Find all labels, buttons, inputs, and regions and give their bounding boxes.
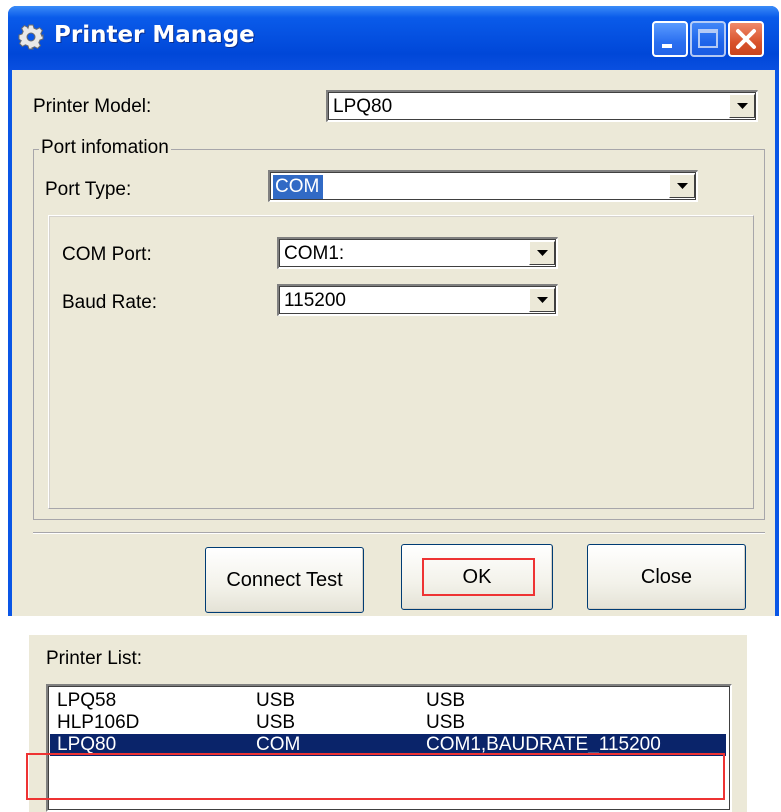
printer-model-cell: LPQ58 bbox=[57, 690, 117, 711]
connect-test-label: Connect Test bbox=[226, 569, 343, 591]
port-type-label: Port Type: bbox=[45, 179, 132, 200]
close-window-button[interactable] bbox=[728, 21, 764, 57]
button-separator bbox=[33, 532, 765, 534]
printer-model-dropdown[interactable]: LPQ80 bbox=[326, 90, 758, 122]
chevron-down-icon bbox=[737, 103, 748, 109]
minimize-icon bbox=[662, 44, 672, 48]
com-port-dropdown[interactable]: COM1: bbox=[277, 237, 558, 269]
port-detail-cell: USB bbox=[426, 690, 466, 711]
com-port-value: COM1: bbox=[284, 243, 345, 264]
chevron-down-icon bbox=[537, 297, 548, 303]
title-bar[interactable]: Printer Manage bbox=[8, 6, 779, 70]
printer-model-label: Printer Model: bbox=[33, 96, 152, 117]
baud-rate-value: 115200 bbox=[284, 290, 346, 311]
printer-model-cell: LPQ80 bbox=[57, 734, 117, 755]
minimize-button[interactable] bbox=[652, 21, 688, 57]
port-detail-cell: USB bbox=[426, 712, 466, 733]
printer-model-value: LPQ80 bbox=[333, 96, 393, 117]
printer-list-panel: Printer List: LPQ58 USB USB HLP106D USB … bbox=[29, 635, 747, 812]
ok-label: OK bbox=[462, 566, 492, 588]
port-type-value: COM bbox=[273, 175, 324, 199]
com-port-dropdown-arrow[interactable] bbox=[529, 241, 555, 265]
gear-icon bbox=[18, 24, 44, 50]
printer-manage-window: Printer Manage Printer Model: LPQ80 Port… bbox=[8, 6, 779, 616]
port-type-cell: USB bbox=[256, 690, 296, 711]
chevron-down-icon bbox=[677, 183, 688, 189]
connect-test-button[interactable]: Connect Test bbox=[205, 547, 364, 613]
port-type-cell: USB bbox=[256, 712, 296, 733]
chevron-down-icon bbox=[537, 250, 548, 256]
list-item[interactable]: HLP106D USB USB bbox=[50, 712, 726, 734]
list-item-selected[interactable]: LPQ80 COM COM1,BAUDRATE_115200 bbox=[50, 734, 726, 756]
printer-model-dropdown-arrow[interactable] bbox=[729, 94, 755, 118]
close-icon bbox=[736, 29, 756, 49]
port-type-dropdown[interactable]: COM bbox=[268, 170, 698, 202]
printer-model-cell: HLP106D bbox=[57, 712, 140, 733]
maximize-button[interactable] bbox=[690, 21, 726, 57]
baud-rate-dropdown[interactable]: 115200 bbox=[277, 284, 558, 316]
maximize-icon bbox=[698, 29, 718, 48]
printer-list-label: Printer List: bbox=[46, 648, 143, 669]
close-label: Close bbox=[640, 566, 693, 588]
baud-rate-label: Baud Rate: bbox=[62, 292, 158, 313]
port-type-dropdown-arrow[interactable] bbox=[669, 174, 695, 198]
dialog-client-area: Printer Model: LPQ80 Port infomation Por… bbox=[12, 70, 775, 616]
list-item[interactable]: LPQ58 USB USB bbox=[50, 690, 726, 712]
port-type-cell: COM bbox=[256, 734, 301, 755]
printer-list[interactable]: LPQ58 USB USB HLP106D USB USB LPQ80 COM … bbox=[46, 684, 732, 812]
ok-button[interactable]: OK bbox=[401, 544, 553, 610]
close-button[interactable]: Close bbox=[587, 544, 746, 610]
port-detail-cell: COM1,BAUDRATE_115200 bbox=[426, 734, 661, 755]
window-title: Printer Manage bbox=[54, 22, 255, 48]
port-information-legend: Port infomation bbox=[39, 137, 171, 159]
baud-rate-dropdown-arrow[interactable] bbox=[529, 288, 555, 312]
com-port-label: COM Port: bbox=[62, 244, 152, 265]
